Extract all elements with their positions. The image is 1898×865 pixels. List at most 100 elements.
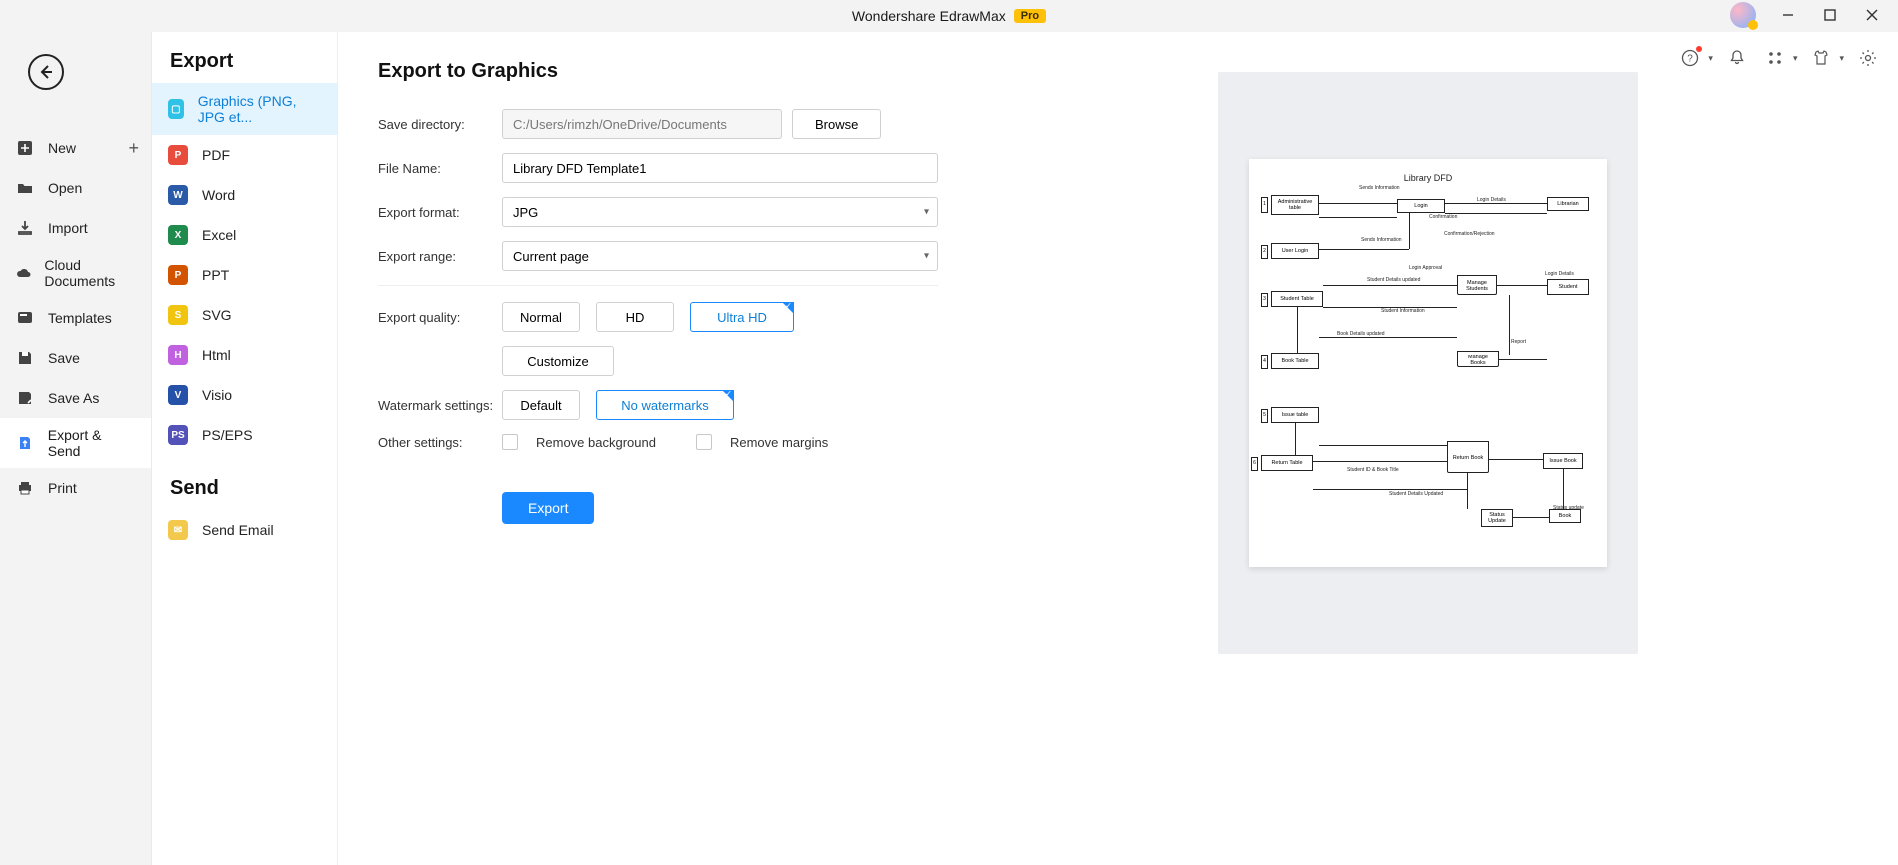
send-heading: Send [152, 477, 337, 510]
watermark-label: Watermark settings: [378, 398, 502, 413]
nav-templates[interactable]: Templates [0, 298, 151, 338]
quality-normal[interactable]: Normal [502, 302, 580, 332]
pv-statusupdate: Status Update [1481, 509, 1513, 527]
filename-label: File Name: [378, 161, 502, 176]
saveas-icon [14, 387, 36, 409]
export-sidebar: Export ▢Graphics (PNG, JPG et... PPDF WW… [152, 32, 338, 865]
quality-customize[interactable]: Customize [502, 346, 614, 376]
minimize-button[interactable] [1768, 0, 1808, 30]
nav-import[interactable]: Import [0, 208, 151, 248]
removemargins-label: Remove margins [730, 435, 828, 450]
format-label: Export format: [378, 205, 502, 220]
pv-login: Login [1397, 199, 1445, 213]
nav-save[interactable]: Save [0, 338, 151, 378]
removemargins-checkbox[interactable] [696, 434, 712, 450]
svg-text:?: ? [1688, 54, 1694, 65]
filename-input[interactable]: Library DFD Template1 [502, 153, 938, 183]
nav-export[interactable]: Export & Send [0, 418, 151, 468]
format-select[interactable]: JPG▾ [502, 197, 938, 227]
download-icon [14, 217, 36, 239]
shirt-icon[interactable] [1811, 48, 1831, 68]
pv-returnbook: Return Book [1447, 443, 1489, 473]
export-excel[interactable]: XExcel [152, 215, 337, 255]
savedir-input: C:/Users/rimzh/OneDrive/Documents [502, 109, 782, 139]
back-button[interactable] [28, 54, 64, 90]
excel-icon: X [168, 225, 188, 245]
quality-label: Export quality: [378, 310, 502, 325]
chevron-down-icon[interactable]: ▾ [1793, 53, 1798, 64]
chevron-down-icon[interactable]: ▾ [1839, 53, 1844, 64]
watermark-none[interactable]: No watermarks [596, 390, 734, 420]
savedir-label: Save directory: [378, 117, 502, 132]
preview-pane: Library DFD 1 Administrative table Login… [998, 60, 1858, 865]
export-ppt[interactable]: PPPT [152, 255, 337, 295]
preview-page: Library DFD 1 Administrative table Login… [1249, 159, 1607, 567]
pro-badge: Pro [1014, 9, 1046, 23]
export-heading: Export [152, 50, 337, 83]
export-pdf[interactable]: PPDF [152, 135, 337, 175]
maximize-button[interactable] [1810, 0, 1850, 30]
pv-studenttable: Student Table [1271, 291, 1323, 307]
folder-icon [14, 177, 36, 199]
help-icon[interactable]: ? [1680, 48, 1700, 68]
nav-new[interactable]: New+ [0, 128, 151, 168]
html-icon: H [168, 345, 188, 365]
nav-sidebar: New+ Open Import Cloud Documents Templat… [0, 32, 152, 865]
nav-cloud[interactable]: Cloud Documents [0, 248, 151, 298]
removebg-label: Remove background [536, 435, 656, 450]
pv-returntable: Return Table [1261, 455, 1313, 471]
nav-open[interactable]: Open [0, 168, 151, 208]
watermark-default[interactable]: Default [502, 390, 580, 420]
plus-square-icon [14, 137, 36, 159]
export-pseps[interactable]: PSPS/EPS [152, 415, 337, 455]
export-svg[interactable]: SSVG [152, 295, 337, 335]
export-icon [14, 432, 36, 454]
pv-admin: Administrative table [1271, 195, 1319, 215]
send-email[interactable]: ✉Send Email [152, 510, 337, 550]
save-icon [14, 347, 36, 369]
export-html[interactable]: HHtml [152, 335, 337, 375]
add-icon[interactable]: + [128, 138, 139, 159]
cloud-icon [14, 262, 32, 284]
browse-button[interactable]: Browse [792, 109, 881, 139]
nav-saveas[interactable]: Save As [0, 378, 151, 418]
mail-icon: ✉ [168, 520, 188, 540]
form-title: Export to Graphics [378, 60, 938, 83]
apps-icon[interactable] [1765, 48, 1785, 68]
export-word[interactable]: WWord [152, 175, 337, 215]
other-label: Other settings: [378, 435, 502, 450]
app-title: Wondershare EdrawMax [852, 8, 1006, 24]
svg-icon: S [168, 305, 188, 325]
ppt-icon: P [168, 265, 188, 285]
preview-title: Library DFD [1261, 173, 1595, 183]
export-button[interactable]: Export [502, 492, 594, 524]
chevron-down-icon[interactable]: ▾ [1708, 53, 1713, 64]
export-visio[interactable]: VVisio [152, 375, 337, 415]
export-graphics[interactable]: ▢Graphics (PNG, JPG et... [152, 83, 337, 135]
user-avatar[interactable] [1730, 2, 1756, 28]
visio-icon: V [168, 385, 188, 405]
pv-managebooks: Manage Books [1457, 353, 1499, 367]
range-select[interactable]: Current page▾ [502, 241, 938, 271]
pv-userlogin: User Login [1271, 243, 1319, 259]
pv-student: Student [1547, 279, 1589, 295]
removebg-checkbox[interactable] [502, 434, 518, 450]
pv-managestudents: Manage Students [1457, 277, 1497, 295]
nav-print[interactable]: Print [0, 468, 151, 508]
preview-frame: Library DFD 1 Administrative table Login… [1218, 72, 1638, 654]
print-icon [14, 477, 36, 499]
pseps-icon: PS [168, 425, 188, 445]
chevron-down-icon: ▾ [924, 251, 929, 262]
divider [378, 285, 938, 286]
pv-librarian: Librarian [1547, 197, 1589, 211]
pv-booktable: Book Table [1271, 353, 1319, 369]
close-button[interactable] [1852, 0, 1892, 30]
gear-icon[interactable] [1858, 48, 1878, 68]
chevron-down-icon: ▾ [924, 207, 929, 218]
bell-icon[interactable] [1727, 48, 1747, 68]
quality-ultrahd[interactable]: Ultra HD [690, 302, 794, 332]
word-icon: W [168, 185, 188, 205]
quality-hd[interactable]: HD [596, 302, 674, 332]
pv-issuetable: Issue table [1271, 407, 1319, 423]
templates-icon [14, 307, 36, 329]
